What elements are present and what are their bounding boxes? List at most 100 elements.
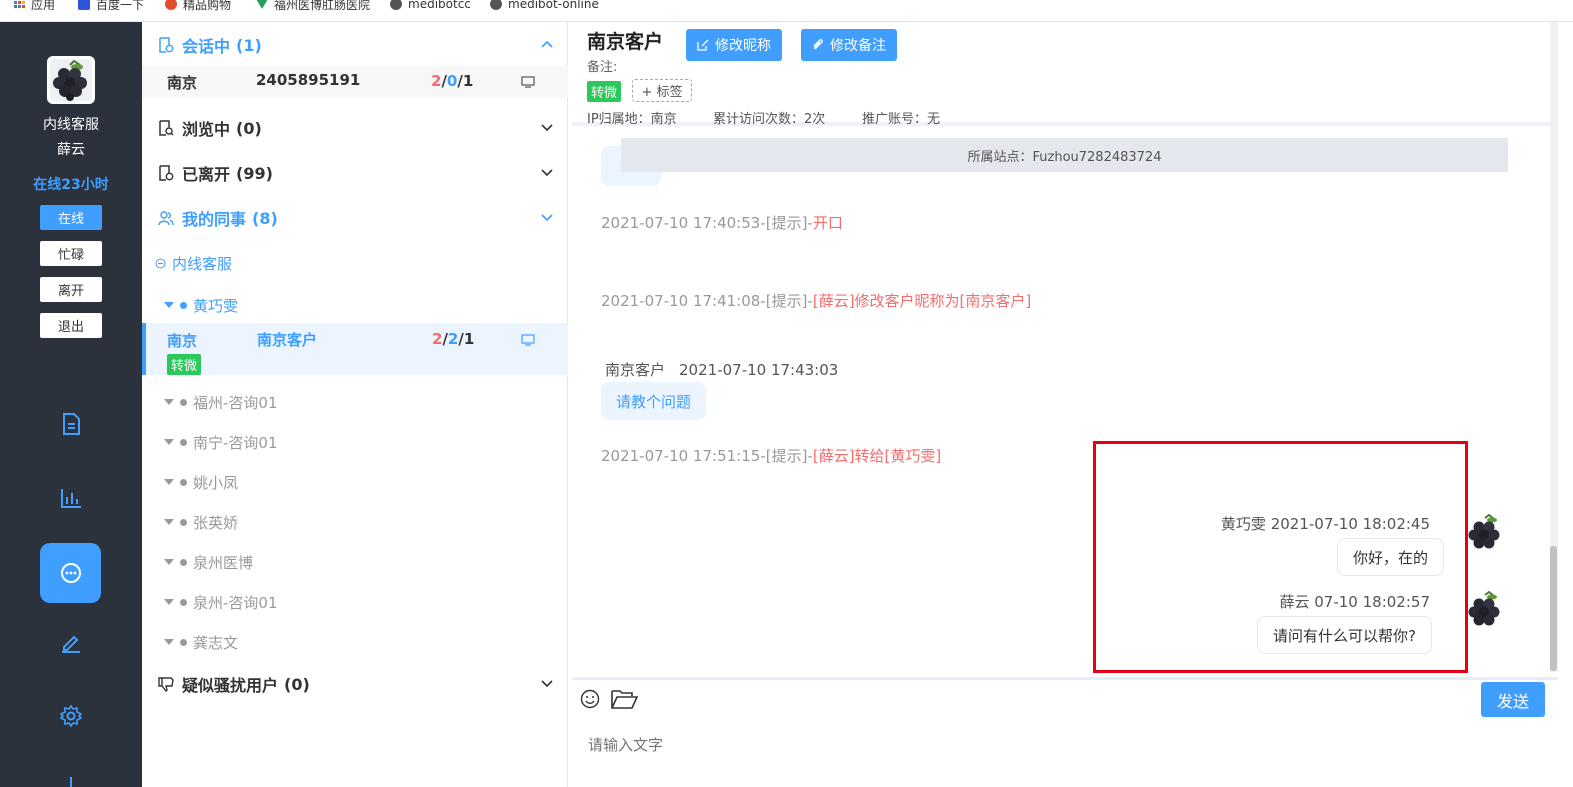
- status-online-button[interactable]: 在线: [40, 205, 102, 230]
- colleague-item[interactable]: 泉州-咨询01: [164, 591, 278, 613]
- ip-location: IP归属地：南京: [587, 112, 677, 127]
- caret-down-icon: [164, 519, 174, 525]
- document-clock-icon: [159, 37, 174, 53]
- session-location: 南京: [167, 74, 198, 92]
- left-nav: 内线客服 薛云 在线23小时 在线 忙碌 离开 退出: [0, 22, 142, 787]
- colleague-item-active[interactable]: 黄巧雯: [164, 294, 238, 316]
- system-message: 2021-07-10 17:40:53-[提示]-开口: [601, 214, 843, 232]
- note-label: 备注:: [587, 60, 618, 75]
- status-busy-button[interactable]: 忙碌: [40, 241, 102, 266]
- folder-open-icon[interactable]: [611, 689, 638, 709]
- section-count: (1): [236, 35, 262, 55]
- chevron-down-icon[interactable]: [540, 120, 554, 134]
- visitor-name: 南京客户: [257, 331, 318, 349]
- caret-down-icon: [164, 559, 174, 565]
- edit-note-button[interactable]: 修改备注: [801, 29, 897, 61]
- bookmark-apps[interactable]: 应用: [14, 0, 55, 13]
- send-button[interactable]: 发送: [1481, 682, 1545, 717]
- caret-down-icon: [164, 639, 174, 645]
- globe-icon: [490, 0, 502, 10]
- colleague-item[interactable]: 龚志文: [164, 631, 238, 653]
- session-visitor-id: 2405895191: [256, 71, 361, 89]
- colleague-item[interactable]: 张英娇: [164, 511, 238, 533]
- visit-count: 累计访问次数：2次: [713, 112, 826, 127]
- nav-settings[interactable]: [54, 699, 88, 733]
- site-banner: 所属站点：Fuzhou7282483724: [621, 138, 1508, 172]
- section-browsing[interactable]: 浏览中 (0): [158, 116, 554, 140]
- section-in-session[interactable]: 会话中 (1): [158, 33, 554, 57]
- gear-icon: [60, 705, 82, 727]
- bookmark-hospital[interactable]: 福州医博肛肠医院: [256, 0, 370, 13]
- document-clock-icon: [159, 165, 174, 181]
- desktop-icon: [521, 334, 535, 346]
- offline-dot-icon: [180, 598, 187, 606]
- visitor-message-bubble: 请教个问题: [601, 382, 707, 420]
- add-tag-button[interactable]: + 标签: [632, 79, 692, 102]
- apps-grid-icon: [14, 0, 25, 8]
- customer-tag-badge: 转微: [587, 81, 622, 102]
- document-search-icon: [159, 120, 174, 136]
- agent-message-header: 薛云 07-10 18:02:57: [1279, 593, 1431, 611]
- chat-title: 南京客户: [587, 31, 664, 53]
- chevron-down-icon[interactable]: [540, 165, 554, 179]
- nav-documents[interactable]: [54, 407, 88, 441]
- pencil-icon: [62, 635, 80, 653]
- colleague-name: 张英娇: [193, 513, 239, 532]
- colleague-group[interactable]: 内线客服: [155, 252, 232, 274]
- bookmark-label: medibotcc: [408, 0, 471, 11]
- colleague-item[interactable]: 姚小凤: [164, 471, 238, 493]
- section-left[interactable]: 已离开 (99): [158, 161, 554, 185]
- colleague-name: 龚志文: [193, 633, 239, 652]
- edit-nickname-button[interactable]: 修改昵称: [686, 29, 782, 61]
- avatar[interactable]: [47, 56, 95, 104]
- section-count: (99): [236, 163, 273, 183]
- bookmark-shopping[interactable]: 精品购物: [165, 0, 231, 13]
- section-colleagues[interactable]: 我的同事 (8): [158, 206, 554, 230]
- bookmark-label: 精品购物: [183, 0, 232, 12]
- document-icon: [63, 413, 80, 435]
- colleague-item[interactable]: 南宁-咨询01: [164, 431, 278, 453]
- chat-scrollbar-thumb[interactable]: [1550, 546, 1557, 671]
- chevron-up-icon[interactable]: [540, 37, 554, 51]
- bookmark-medibot-online[interactable]: medibot-online: [490, 0, 599, 13]
- message-list[interactable]: 所属站点：Fuzhou7282483724 2021-07-10 17:40:5…: [572, 130, 1558, 673]
- vue-logo-icon: [256, 0, 268, 9]
- visitor-tag-badge: 转微: [167, 354, 202, 375]
- agent-name: 薛云: [57, 142, 85, 158]
- status-away-button[interactable]: 离开: [40, 277, 102, 302]
- bookmark-label: medibot-online: [508, 0, 599, 11]
- colleague-name: 姚小凤: [193, 473, 239, 492]
- session-row[interactable]: 南京 2405895191 2/0/1: [142, 66, 568, 98]
- bookmark-medibotcc[interactable]: medibotcc: [390, 0, 471, 13]
- nav-statistics[interactable]: [54, 481, 88, 515]
- offline-dot-icon: [180, 558, 187, 566]
- shopping-icon: [165, 0, 177, 10]
- offline-dot-icon: [180, 478, 187, 486]
- logout-button[interactable]: 退出: [40, 313, 102, 338]
- colleague-item[interactable]: 福州-咨询01: [164, 391, 278, 413]
- colleague-name: 南宁-咨询01: [193, 433, 278, 452]
- edit-note-label: 修改备注: [830, 38, 886, 54]
- nav-chat[interactable]: [40, 543, 101, 603]
- section-suspected-harass[interactable]: 疑似骚扰用户 (0): [158, 672, 554, 696]
- edit-nickname-label: 修改昵称: [715, 38, 771, 54]
- chevron-down-icon[interactable]: [540, 676, 554, 690]
- section-count: (0): [236, 118, 262, 138]
- agent-message-bubble: 请问有什么可以帮你?: [1257, 616, 1432, 654]
- bar-chart-icon: [61, 489, 81, 508]
- message-input-area: 发送: [572, 677, 1558, 787]
- agent-message-bubble: 你好，在的: [1337, 538, 1445, 576]
- caret-down-icon: [164, 399, 174, 405]
- desktop-icon: [521, 76, 535, 88]
- active-visitor-row[interactable]: 南京 南京客户 2/2/1 转微: [142, 323, 568, 375]
- chevron-down-icon[interactable]: [540, 210, 554, 224]
- visitor-counts: 2/2/1: [432, 330, 475, 348]
- colleague-item[interactable]: 泉州医博: [164, 551, 253, 573]
- offline-dot-icon: [180, 638, 187, 646]
- emoji-icon[interactable]: [580, 689, 600, 709]
- nav-edit[interactable]: [54, 625, 88, 659]
- bookmarks-bar: 应用 百度一下 精品购物 福州医博肛肠医院 medibotcc medibot-…: [0, 0, 1573, 22]
- message-input[interactable]: [586, 732, 1526, 782]
- session-counts: 2/0/1: [431, 72, 474, 90]
- bookmark-baidu[interactable]: 百度一下: [78, 0, 144, 13]
